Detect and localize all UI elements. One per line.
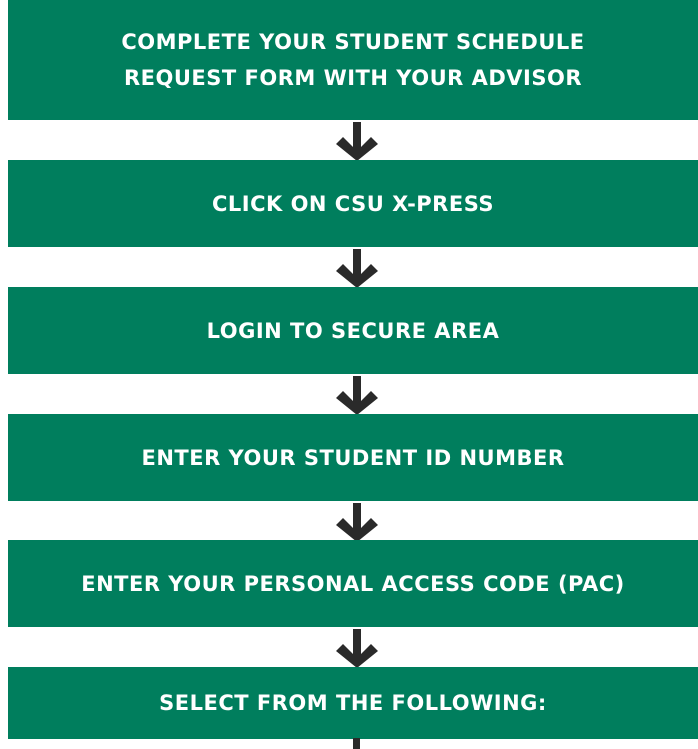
registration-flowchart: COMPLETE YOUR STUDENT SCHEDULE REQUEST F… — [0, 0, 698, 749]
step-login-secure-area: LOGIN TO SECURE AREA — [8, 287, 698, 374]
step-label: LOGIN TO SECURE AREA — [206, 318, 500, 343]
step-enter-pac: ENTER YOUR PERSONAL ACCESS CODE (PAC) — [8, 540, 698, 627]
arrow-down-icon — [333, 121, 381, 161]
step-label: ENTER YOUR STUDENT ID NUMBER — [141, 445, 565, 470]
step-enter-student-id: ENTER YOUR STUDENT ID NUMBER — [8, 414, 698, 501]
step-click-csu-xpress: CLICK ON CSU X-PRESS — [8, 160, 698, 247]
step-label: ENTER YOUR PERSONAL ACCESS CODE (PAC) — [81, 571, 625, 596]
step-select-from-following: SELECT FROM THE FOLLOWING: — [8, 667, 698, 739]
step-label: CLICK ON CSU X-PRESS — [211, 191, 495, 216]
arrow-down-icon — [333, 628, 381, 668]
step-label: COMPLETE YOUR STUDENT SCHEDULE REQUEST F… — [121, 30, 585, 90]
arrow-stub-icon — [353, 738, 360, 749]
arrow-down-icon — [333, 502, 381, 542]
arrow-down-icon — [333, 375, 381, 415]
arrow-down-icon — [333, 248, 381, 288]
step-label: SELECT FROM THE FOLLOWING: — [159, 691, 547, 715]
step-complete-schedule-request: COMPLETE YOUR STUDENT SCHEDULE REQUEST F… — [8, 0, 698, 120]
